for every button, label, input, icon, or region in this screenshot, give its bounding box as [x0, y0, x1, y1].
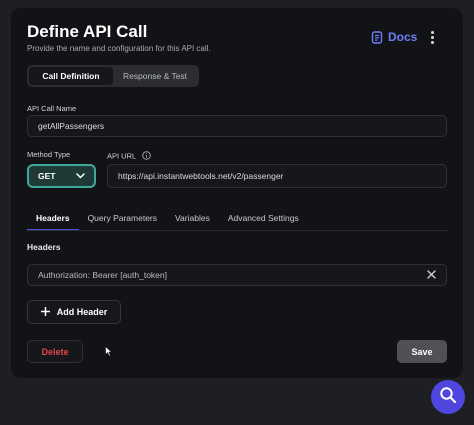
add-header-label: Add Header	[56, 307, 108, 317]
header-value: Authorization: Bearer [auth_token]	[38, 270, 167, 280]
tab-query-parameters[interactable]: Query Parameters	[79, 207, 166, 229]
add-header-button[interactable]: Add Header	[27, 300, 121, 324]
tab-response-test[interactable]: Response & Test	[113, 67, 197, 85]
save-button[interactable]: Save	[397, 340, 447, 363]
tab-call-definition[interactable]: Call Definition	[29, 67, 113, 85]
api-url-label-wrap: API URL	[107, 151, 151, 162]
docs-icon	[371, 30, 383, 44]
call-name-label: API Call Name	[27, 104, 77, 113]
tabs-divider	[27, 230, 447, 231]
info-icon[interactable]	[142, 151, 151, 162]
tab-advanced-settings[interactable]: Advanced Settings	[219, 207, 308, 229]
method-type-value: GET	[38, 171, 56, 181]
mode-segmented-control: Call Definition Response & Test	[27, 65, 199, 87]
api-url-label: API URL	[107, 151, 136, 161]
headers-section-label: Headers	[27, 242, 61, 252]
search-icon	[439, 386, 457, 409]
call-name-value: getAllPassengers	[38, 121, 105, 131]
docs-link[interactable]: Docs	[371, 30, 417, 44]
docs-label: Docs	[388, 30, 418, 44]
delete-button[interactable]: Delete	[27, 340, 83, 363]
page-title: Define API Call	[27, 22, 148, 41]
define-api-call-panel: Define API Call Provide the name and con…	[11, 8, 463, 378]
api-url-value: https://api.instantwebtools.net/v2/passe…	[118, 171, 284, 181]
method-type-label: Method Type	[27, 150, 71, 159]
config-tabs: Headers Query Parameters Variables Advan…	[27, 207, 308, 231]
close-icon[interactable]	[427, 269, 436, 281]
call-name-input[interactable]: getAllPassengers	[27, 115, 447, 137]
more-vertical-icon[interactable]	[427, 30, 437, 44]
plus-icon	[40, 306, 50, 318]
chevron-down-icon	[76, 171, 85, 181]
api-url-input[interactable]: https://api.instantwebtools.net/v2/passe…	[107, 164, 447, 188]
page-subtitle: Provide the name and configuration for t…	[27, 44, 211, 53]
tab-variables[interactable]: Variables	[166, 207, 219, 229]
search-fab-button[interactable]	[431, 380, 465, 414]
method-type-select[interactable]: GET	[27, 164, 96, 188]
tab-headers[interactable]: Headers	[27, 207, 79, 231]
mouse-cursor-icon	[105, 344, 113, 362]
header-item[interactable]: Authorization: Bearer [auth_token]	[27, 264, 447, 286]
